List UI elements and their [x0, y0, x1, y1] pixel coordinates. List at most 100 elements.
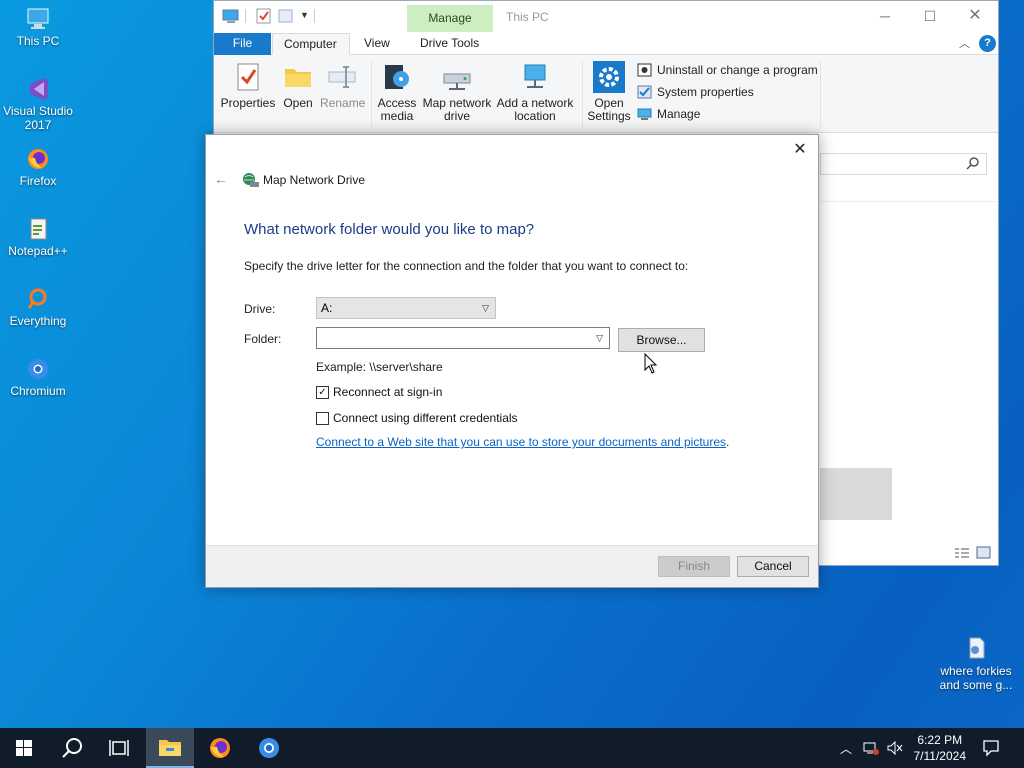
ribbon-separator — [371, 61, 372, 127]
credentials-checkbox-row[interactable]: Connect using different credentials — [316, 411, 518, 427]
back-arrow-icon[interactable]: ← — [214, 171, 228, 187]
uninstall-icon — [637, 63, 652, 77]
uninstall-program-button[interactable]: Uninstall or change a program — [637, 61, 818, 81]
network-location-icon — [519, 61, 551, 93]
dialog-title: Map Network Drive — [263, 173, 366, 187]
folder-combobox[interactable]: ▽ — [316, 327, 610, 349]
ribbon-separator — [820, 61, 821, 127]
tab-computer[interactable]: Computer — [272, 33, 350, 55]
firefox-icon — [210, 738, 230, 758]
desktop-icon-label: Firefox — [19, 174, 57, 188]
cancel-button[interactable]: Cancel — [737, 556, 809, 577]
firefox-icon — [24, 146, 52, 172]
drive-value: A: — [321, 301, 333, 315]
search-icon — [62, 738, 82, 758]
desktop-icon-file[interactable]: where forkies and some g... — [934, 636, 1018, 692]
taskbar-firefox[interactable] — [196, 728, 244, 768]
reconnect-label: Reconnect at sign-in — [333, 385, 443, 399]
ribbon: Properties Open Rename Access media Map — [214, 55, 998, 133]
search-taskbar-button[interactable] — [48, 728, 96, 768]
dialog-heading: What network folder would you like to ma… — [244, 221, 535, 238]
clock-date: 7/11/2024 — [913, 749, 967, 763]
customize-quick-access-icon[interactable]: ▼ — [300, 10, 309, 20]
computer-icon — [24, 6, 52, 32]
system-properties-icon — [637, 85, 652, 99]
help-icon[interactable]: ? — [979, 35, 996, 52]
properties-button[interactable]: Properties — [220, 61, 276, 110]
new-folder-quick-icon[interactable] — [278, 8, 294, 27]
windows-logo-icon — [16, 740, 32, 756]
collapse-ribbon-icon[interactable]: ︿ — [959, 35, 970, 51]
tab-file[interactable]: File — [214, 33, 271, 55]
close-button[interactable]: ✕ — [952, 5, 998, 29]
desktop-icon-this-pc[interactable]: This PC — [0, 6, 76, 48]
volume-muted-icon[interactable] — [886, 740, 904, 759]
drive-label: Drive: — [244, 302, 276, 316]
credentials-checkbox[interactable] — [316, 412, 329, 425]
map-network-drive-dialog[interactable]: ✕ ← Map Network Drive What network folde… — [205, 134, 819, 588]
quick-access-divider — [314, 9, 315, 23]
desktop-icon-visual-studio[interactable]: Visual Studio 2017 — [0, 76, 76, 132]
desktop-icon-chromium[interactable]: Chromium — [0, 356, 76, 398]
mouse-cursor-icon — [644, 352, 658, 378]
details-view-icon[interactable] — [954, 547, 970, 562]
manage-context-tab[interactable]: Manage — [407, 5, 493, 32]
window-title: This PC — [506, 10, 549, 24]
dialog-close-button[interactable]: ✕ — [788, 139, 812, 161]
visual-studio-icon — [24, 76, 52, 102]
search-icon — [966, 156, 980, 173]
desktop-icon-notepadpp[interactable]: Notepad++ — [0, 216, 76, 258]
minimize-button[interactable]: ─ — [862, 5, 908, 29]
system-properties-button[interactable]: System properties — [637, 83, 754, 103]
everything-search-icon — [24, 286, 52, 312]
folder-label: Folder: — [244, 332, 282, 346]
show-hidden-icons[interactable]: ︿ — [840, 740, 852, 757]
notepadpp-icon — [24, 216, 52, 242]
maximize-button[interactable]: ☐ — [907, 5, 953, 29]
reconnect-checkbox-row[interactable]: ✓ Reconnect at sign-in — [316, 385, 442, 401]
drive-select[interactable]: A: ▽ — [316, 297, 496, 319]
explorer-titlebar[interactable]: ▼ Manage This PC ─ ☐ ✕ — [214, 1, 998, 33]
taskbar: ︿ 6:22 PM 7/11/2024 — [0, 728, 1024, 768]
network-drive-icon — [242, 172, 260, 188]
ribbon-tabs: File Computer View Drive Tools ︿ ? — [214, 33, 998, 55]
chevron-down-icon: ▽ — [482, 303, 489, 313]
taskbar-file-explorer[interactable] — [146, 728, 194, 768]
access-media-button[interactable]: Access media — [374, 61, 420, 123]
dialog-description: Specify the drive letter for the connect… — [244, 259, 689, 273]
desktop-icon-firefox[interactable]: Firefox — [0, 146, 76, 188]
tab-drive-tools[interactable]: Drive Tools — [408, 33, 491, 55]
folder-value[interactable] — [317, 331, 321, 345]
properties-quick-icon[interactable] — [256, 8, 272, 27]
folder-icon — [282, 61, 314, 93]
desktop-icon-label: This PC — [16, 34, 60, 48]
desktop-icon-everything[interactable]: Everything — [0, 286, 76, 328]
taskbar-chromium[interactable] — [244, 728, 292, 768]
chromium-icon — [259, 738, 279, 758]
manage-button[interactable]: Manage — [637, 105, 700, 125]
open-settings-button[interactable]: Open Settings — [586, 61, 632, 123]
web-storage-link[interactable]: Connect to a Web site that you can use t… — [316, 435, 729, 449]
chevron-down-icon[interactable]: ▽ — [596, 328, 603, 348]
open-button[interactable]: Open — [280, 61, 316, 110]
map-network-drive-button[interactable]: Map network drive — [421, 61, 493, 123]
selected-item-highlight[interactable] — [820, 468, 892, 520]
rename-button[interactable]: Rename — [320, 61, 365, 110]
start-button[interactable] — [0, 728, 48, 768]
desktop-icon-label: where forkies and some g... — [939, 664, 1013, 692]
desktop-icon-label: Chromium — [10, 384, 66, 398]
tab-view[interactable]: View — [352, 33, 402, 55]
settings-gear-icon — [593, 61, 625, 93]
search-box[interactable] — [820, 153, 987, 175]
add-network-location-button[interactable]: Add a network location — [494, 61, 576, 123]
finish-button[interactable]: Finish — [658, 556, 730, 577]
notifications-icon[interactable] — [982, 739, 1000, 760]
network-icon[interactable] — [862, 740, 880, 759]
clock-time: 6:22 PM — [917, 733, 963, 747]
credentials-label: Connect using different credentials — [333, 411, 518, 425]
reconnect-checkbox[interactable]: ✓ — [316, 386, 329, 399]
task-view-button[interactable] — [96, 728, 144, 768]
system-clock[interactable]: 6:22 PM 7/11/2024 — [914, 732, 967, 764]
browse-button[interactable]: Browse... — [618, 328, 705, 352]
large-icons-view-icon[interactable] — [976, 546, 991, 562]
